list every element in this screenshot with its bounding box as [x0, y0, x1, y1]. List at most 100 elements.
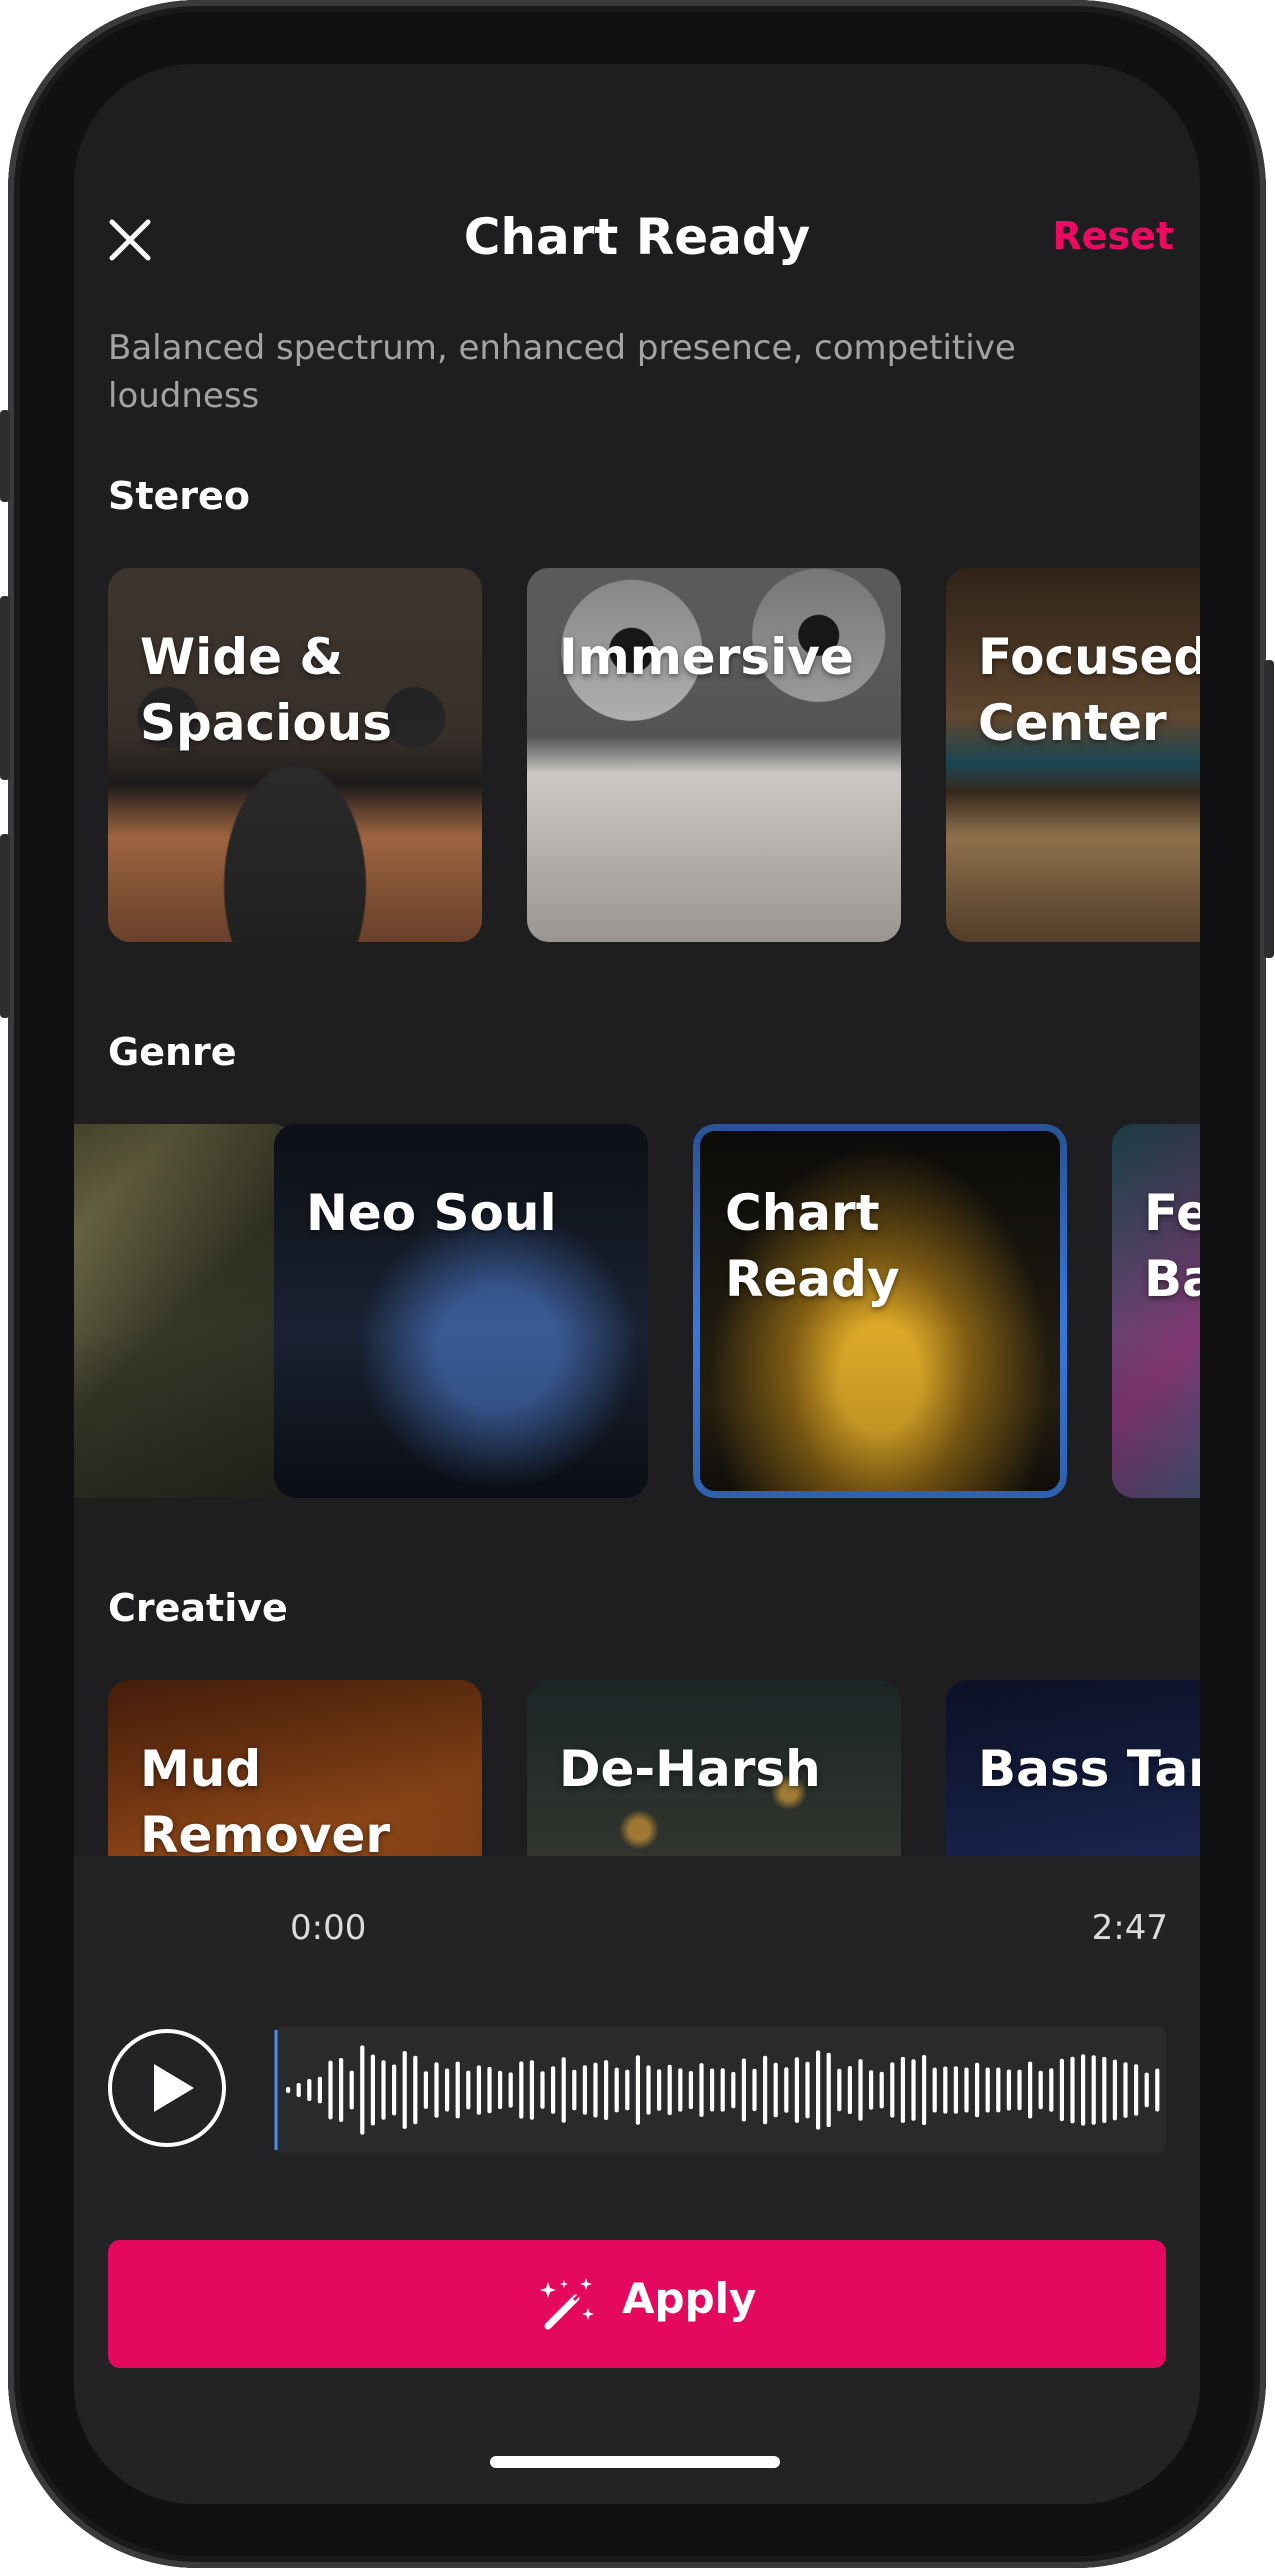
- waveform-bar: [614, 2067, 619, 2113]
- waveform-bar: [582, 2065, 587, 2115]
- card-label: Focused Center: [978, 628, 1200, 752]
- current-time: 0:00: [290, 1908, 367, 1948]
- waveform-bar: [1038, 2070, 1043, 2110]
- waveform-bar: [794, 2057, 799, 2123]
- waveform-bar: [837, 2068, 842, 2112]
- home-indicator: [490, 2456, 780, 2468]
- waveform-bar: [328, 2060, 333, 2120]
- waveform-bar: [519, 2061, 524, 2119]
- waveform-bar: [869, 2070, 874, 2110]
- waveform-bar: [508, 2072, 513, 2108]
- duration: 2:47: [1091, 1908, 1168, 1948]
- preset-card-chart-ready[interactable]: Chart Ready: [693, 1124, 1067, 1498]
- waveform-bar: [805, 2061, 810, 2119]
- waveform-bar: [953, 2066, 958, 2114]
- waveform-bar: [763, 2055, 768, 2125]
- waveform-bar: [551, 2066, 556, 2114]
- waveform-bar: [975, 2062, 980, 2118]
- waveform-bar: [731, 2071, 736, 2109]
- preset-card-immersive[interactable]: Immersive: [527, 568, 901, 942]
- waveform[interactable]: [274, 2026, 1166, 2154]
- waveform-bar: [445, 2068, 450, 2112]
- waveform-bar: [688, 2071, 693, 2110]
- waveform-bar: [900, 2056, 905, 2123]
- volume-down-button: [0, 834, 10, 1018]
- section-title-creative: Creative: [108, 1586, 288, 1630]
- mute-switch: [0, 410, 10, 502]
- card-label: Wide & Spacious: [140, 628, 393, 752]
- waveform-bar: [360, 2045, 365, 2135]
- waveform-bar: [1006, 2069, 1011, 2111]
- waveform-bar: [498, 2070, 503, 2110]
- card-label: Mud Remover: [140, 1740, 391, 1864]
- magic-wand-icon: [540, 2278, 594, 2330]
- waveform-bar: [286, 2087, 291, 2093]
- waveform-bar: [370, 2054, 375, 2126]
- waveform-bar: [455, 2061, 460, 2119]
- waveform-bar: [646, 2065, 651, 2115]
- preset-card-partial-right[interactable]: Fe Ba: [1112, 1124, 1200, 1498]
- waveform-bar: [667, 2064, 672, 2116]
- waveform-bar: [943, 2066, 948, 2114]
- waveform-bar: [487, 2066, 492, 2114]
- waveform-bar: [593, 2062, 598, 2118]
- apply-label: Apply: [622, 2274, 757, 2323]
- waveform-bar: [540, 2071, 545, 2109]
- waveform-bar: [1155, 2068, 1160, 2112]
- waveform-bar: [985, 2067, 990, 2113]
- preset-card-focused-center[interactable]: Focused Center: [946, 568, 1200, 942]
- card-label: Neo Soul: [306, 1184, 557, 1242]
- card-label: Immersive: [559, 628, 854, 686]
- play-button[interactable]: [108, 2029, 226, 2147]
- waveform-bar: [1017, 2069, 1022, 2111]
- waveform-bar: [911, 2059, 916, 2121]
- close-icon: [109, 219, 151, 261]
- waveform-bar: [413, 2055, 418, 2125]
- waveform-bar: [752, 2068, 757, 2112]
- waveform-bar: [784, 2067, 789, 2113]
- card-label: Chart Ready: [725, 1184, 900, 1308]
- volume-up-button: [0, 596, 10, 780]
- waveform-bar: [1134, 2064, 1139, 2116]
- waveform-bar: [1123, 2062, 1128, 2118]
- waveform-bar: [434, 2062, 439, 2118]
- close-button[interactable]: [104, 214, 156, 266]
- waveform-bar: [816, 2050, 821, 2130]
- waveform-bar: [1049, 2068, 1054, 2112]
- preset-description: Balanced spectrum, enhanced presence, co…: [108, 328, 1016, 416]
- waveform-bar: [561, 2057, 566, 2123]
- preset-card-partial-left[interactable]: n &: [74, 1124, 294, 1498]
- preset-card-wide-spacious[interactable]: Wide & Spacious: [108, 568, 482, 942]
- waveform-bar: [476, 2065, 481, 2115]
- waveform-bar: [699, 2063, 704, 2117]
- waveform-bar: [1059, 2058, 1064, 2122]
- reset-button[interactable]: Reset: [1052, 214, 1174, 258]
- apply-button[interactable]: Apply: [108, 2240, 1166, 2368]
- waveform-bar: [922, 2055, 927, 2126]
- waveform-bar: [307, 2079, 312, 2101]
- waveform-bar: [529, 2060, 534, 2120]
- waveform-bar: [826, 2052, 831, 2128]
- waveform-bar: [773, 2062, 778, 2118]
- waveform-bar: [381, 2060, 386, 2120]
- waveform-bar: [879, 2071, 884, 2109]
- waveform-bar: [466, 2070, 471, 2110]
- waveform-bar: [635, 2055, 640, 2125]
- card-label: Bass Tam: [978, 1740, 1200, 1798]
- waveform-bar: [741, 2058, 746, 2122]
- card-label: Fe Ba: [1144, 1184, 1200, 1308]
- waveform-bar: [858, 2059, 863, 2121]
- waveform-bars: [274, 2030, 1160, 2150]
- waveform-bar: [339, 2058, 344, 2122]
- waveform-bar: [1028, 2061, 1033, 2119]
- preset-card-neo-soul[interactable]: Neo Soul: [274, 1124, 648, 1498]
- waveform-bar: [402, 2051, 407, 2129]
- waveform-bar: [423, 2071, 428, 2109]
- waveform-bar: [296, 2083, 301, 2097]
- waveform-bar: [964, 2067, 969, 2113]
- waveform-bar: [1102, 2056, 1107, 2123]
- waveform-bar: [1070, 2056, 1075, 2124]
- waveform-bar: [317, 2076, 322, 2104]
- page-title: Chart Ready: [463, 208, 811, 266]
- power-button: [1264, 660, 1274, 958]
